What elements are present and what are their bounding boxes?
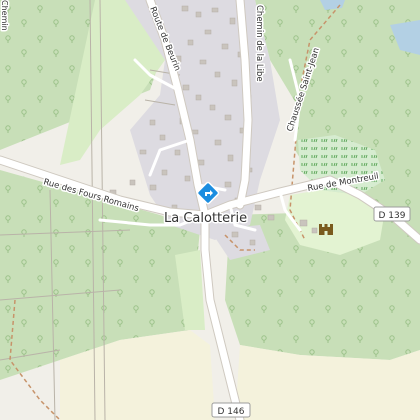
road-shield-d139: D 139 xyxy=(373,206,411,222)
road-label-edge: Chemin xyxy=(0,0,9,31)
road-shield-d139-label: D 139 xyxy=(379,211,406,221)
map-canvas[interactable]: Route de Beurin Chemin de la Libe Chauss… xyxy=(0,0,420,420)
road-shield-d146: D 146 xyxy=(211,402,251,418)
castle-icon[interactable] xyxy=(319,224,333,235)
place-label-la-calotterie: La Calotterie xyxy=(164,211,247,226)
road-shield-d146-label: D 146 xyxy=(218,407,245,417)
map-view[interactable]: Route de Beurin Chemin de la Libe Chauss… xyxy=(0,0,420,420)
road-label-chemin-de-la-lib: Chemin de la Libe xyxy=(254,5,264,82)
